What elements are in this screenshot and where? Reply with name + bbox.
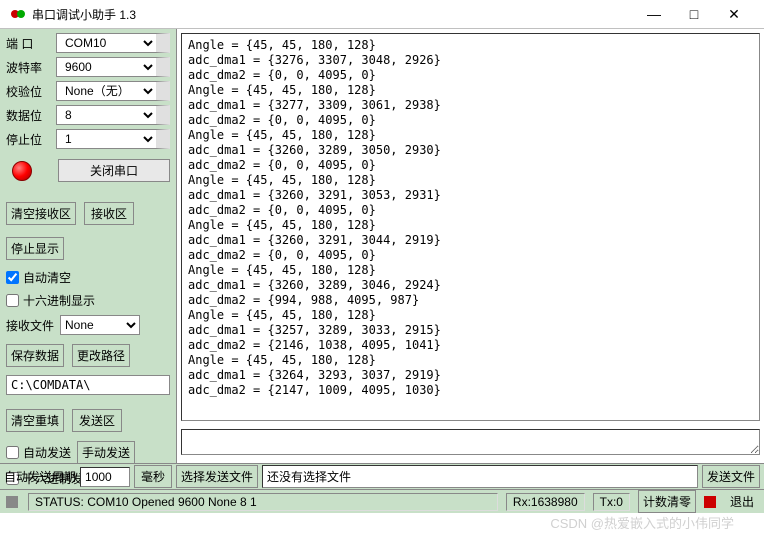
tx-area-label: 发送区 (72, 409, 122, 432)
port-label: 端 口 (6, 35, 56, 52)
exit-icon (704, 496, 716, 508)
stop-display-button[interactable]: 停止显示 (6, 237, 64, 260)
auto-send-label: 自动发送 (23, 444, 71, 461)
rx-file-label: 接收文件 (6, 317, 54, 334)
rx-textarea[interactable]: Angle = {45, 45, 180, 128} adc_dma1 = {3… (181, 33, 760, 421)
status-led-icon (12, 161, 32, 181)
ms-label: 毫秒 (134, 465, 172, 488)
rx-file-select[interactable]: None (60, 315, 140, 335)
databits-select[interactable]: 8 (56, 105, 170, 125)
left-panel: 端 口COM10 波特率9600 校验位None（无） 数据位8 停止位1 关闭… (0, 29, 177, 463)
count-clear-button[interactable]: 计数清零 (638, 490, 696, 513)
main-area: 端 口COM10 波特率9600 校验位None（无） 数据位8 停止位1 关闭… (0, 28, 764, 463)
path-display: C:\COMDATA\ (6, 375, 170, 395)
titlebar: 串口调试小助手 1.3 — □ ✕ (0, 0, 764, 28)
period-input[interactable] (80, 467, 130, 487)
close-port-button[interactable]: 关闭串口 (58, 159, 170, 182)
maximize-button[interactable]: □ (674, 6, 714, 22)
minimize-button[interactable]: — (634, 6, 674, 22)
file-path-display: 还没有选择文件 (262, 465, 698, 488)
status-bar: STATUS: COM10 Opened 9600 None 8 1 Rx:16… (0, 489, 764, 513)
tx-count: Tx:0 (593, 493, 630, 511)
databits-label: 数据位 (6, 107, 56, 124)
rx-count: Rx:1638980 (506, 493, 585, 511)
watermark: CSDN @热爱嵌入式的小伟同学 (550, 513, 734, 532)
change-path-button[interactable]: 更改路径 (72, 344, 130, 367)
clear-tx-button[interactable]: 清空重填 (6, 409, 64, 432)
send-file-button[interactable]: 发送文件 (702, 465, 760, 488)
clear-rx-button[interactable]: 清空接收区 (6, 202, 76, 225)
baud-select[interactable]: 9600 (56, 57, 170, 77)
parity-select[interactable]: None（无） (56, 81, 170, 101)
status-icon (6, 496, 18, 508)
tx-textarea[interactable] (181, 429, 760, 455)
close-button[interactable]: ✕ (714, 6, 754, 23)
auto-clear-label: 自动清空 (23, 269, 71, 286)
exit-button[interactable]: 退出 (726, 491, 758, 512)
stopbits-label: 停止位 (6, 131, 56, 148)
tx-section (177, 425, 764, 463)
auto-clear-checkbox[interactable] (6, 271, 19, 284)
select-file-button[interactable]: 选择发送文件 (176, 465, 258, 488)
right-panel: Angle = {45, 45, 180, 128} adc_dma1 = {3… (177, 29, 764, 463)
hex-display-label: 十六进制显示 (23, 292, 95, 309)
auto-send-checkbox[interactable] (6, 446, 19, 459)
app-icon (10, 6, 26, 22)
parity-label: 校验位 (6, 83, 56, 100)
window-title: 串口调试小助手 1.3 (32, 6, 634, 23)
save-data-button[interactable]: 保存数据 (6, 344, 64, 367)
status-text: STATUS: COM10 Opened 9600 None 8 1 (28, 493, 498, 511)
period-label: 自动发送周期 (4, 468, 76, 485)
port-select[interactable]: COM10 (56, 33, 170, 53)
stopbits-select[interactable]: 1 (56, 129, 170, 149)
manual-send-button[interactable]: 手动发送 (77, 441, 135, 464)
hex-display-checkbox[interactable] (6, 294, 19, 307)
bottom-bar: 自动发送周期 毫秒 选择发送文件 还没有选择文件 发送文件 (0, 463, 764, 489)
rx-area-label: 接收区 (84, 202, 134, 225)
baud-label: 波特率 (6, 59, 56, 76)
